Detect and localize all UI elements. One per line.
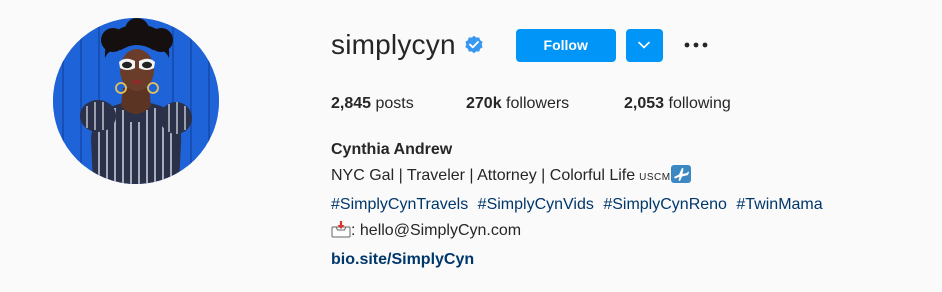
posts-label: posts: [375, 95, 414, 112]
verified-badge-icon: [464, 35, 484, 55]
chevron-down-icon: [638, 41, 651, 49]
bio-email: : hello@SimplyCyn.com: [351, 222, 522, 239]
profile-bio: Cynthia Andrew NYC Gal | Traveler | Atto…: [331, 137, 823, 273]
inbox-tray-icon: [331, 220, 351, 247]
hashtag-link[interactable]: #SimplyCynVids: [478, 196, 594, 213]
followers-stat[interactable]: 270k followers: [466, 94, 624, 114]
bio-line-description: NYC Gal | Traveler | Attorney | Colorful…: [331, 163, 823, 192]
profile-avatar[interactable]: [53, 18, 219, 184]
profile-stats: 2,845 posts 270k followers 2,053 followi…: [331, 94, 731, 114]
username: simplycyn: [331, 29, 456, 60]
profile-header: simplycyn Follow: [331, 28, 709, 62]
more-options-button[interactable]: [683, 32, 709, 58]
full-name: Cynthia Andrew: [331, 141, 453, 158]
followers-count: 270k: [466, 95, 502, 112]
followers-label: followers: [506, 95, 570, 112]
bio-email-line: : hello@SimplyCyn.com: [331, 218, 823, 247]
avatar-photo: [53, 18, 219, 184]
posts-count: 2,845: [331, 95, 372, 112]
posts-stat: 2,845 posts: [331, 94, 466, 114]
follow-button[interactable]: Follow: [515, 28, 616, 62]
bio-website-link[interactable]: bio.site/SimplyCyn: [331, 251, 474, 268]
following-stat[interactable]: 2,053 following: [624, 94, 731, 114]
bio-hashtags: #SimplyCynTravels #SimplyCynVids #Simply…: [331, 192, 823, 218]
bio-description: NYC Gal | Traveler | Attorney | Colorful…: [331, 167, 636, 184]
following-count: 2,053: [624, 95, 665, 112]
hashtag-link[interactable]: #TwinMama: [736, 196, 822, 213]
bio-description-suffix: USCM: [639, 172, 671, 183]
suggested-dropdown-button[interactable]: [625, 28, 663, 62]
airplane-icon: [670, 165, 691, 192]
following-label: following: [668, 95, 731, 112]
bio-link-line: bio.site/SimplyCyn: [331, 247, 823, 273]
hashtag-link[interactable]: #SimplyCynTravels: [331, 196, 468, 213]
hashtag-link[interactable]: #SimplyCynReno: [603, 196, 727, 213]
more-horizontal-icon: [684, 42, 708, 48]
